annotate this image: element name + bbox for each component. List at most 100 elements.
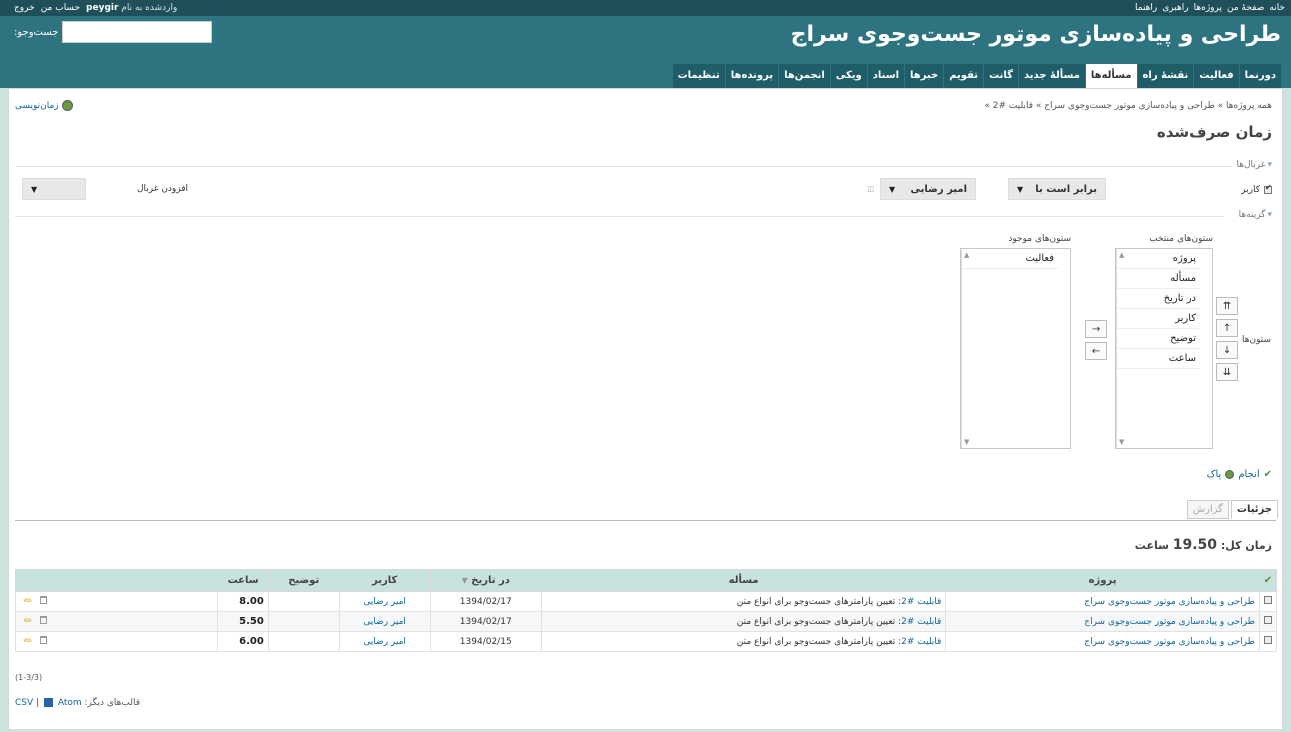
col-comments[interactable]: توضیح bbox=[267, 569, 340, 592]
top-link-projects[interactable]: پروژه‌ها bbox=[1194, 3, 1222, 13]
filter-operator-select[interactable]: برابر است با ▼ bbox=[1008, 178, 1106, 200]
filter-user-checkbox[interactable] bbox=[1264, 183, 1272, 194]
logged-username[interactable]: peygir bbox=[86, 3, 118, 13]
atom-link[interactable]: Atom bbox=[58, 698, 82, 708]
reload-icon bbox=[1225, 470, 1235, 479]
filter-user: کاربر bbox=[1241, 183, 1272, 195]
move-left-button[interactable]: ← bbox=[1085, 342, 1107, 360]
edit-pencil-icon[interactable]: ✏ bbox=[24, 616, 32, 627]
available-columns-list[interactable]: فعالیت ▲ ▼ bbox=[960, 248, 1071, 449]
tab-forums[interactable]: انجمن‌ها bbox=[779, 64, 830, 88]
tab-documents[interactable]: اسناد bbox=[867, 64, 904, 88]
tab-calendar[interactable]: تقویم bbox=[944, 64, 984, 88]
available-column-activity[interactable]: فعالیت bbox=[961, 249, 1058, 269]
tab-details[interactable]: جزئیات bbox=[1230, 500, 1278, 519]
sort-desc-icon: ▼ bbox=[461, 576, 468, 585]
edit-pencil-icon[interactable]: ✏ bbox=[24, 636, 32, 647]
row-project-link[interactable]: طراحی و پیاده‌سازی موتور جست‌وجوی سراج bbox=[1084, 617, 1255, 627]
move-right-button[interactable]: → bbox=[1085, 320, 1107, 338]
col-hours[interactable]: ساعت bbox=[217, 569, 269, 592]
add-filter-select[interactable]: ▼ bbox=[22, 178, 86, 200]
options-legend-label: گزینه‌ها bbox=[1238, 210, 1266, 220]
logged-prefix: واردشده به نام bbox=[121, 3, 178, 13]
row-user-link[interactable]: امیر رضایی bbox=[363, 637, 406, 647]
toggle-all-checkbox[interactable]: ✔ bbox=[1258, 569, 1278, 592]
scroll-down-icon: ▼ bbox=[964, 438, 970, 446]
options-legend[interactable]: ▾گزینه‌ها bbox=[1234, 210, 1272, 220]
row-checkbox[interactable] bbox=[1263, 596, 1272, 604]
top-link-my-page[interactable]: صفحهٔ من bbox=[1227, 3, 1264, 13]
top-link-help[interactable]: راهنما bbox=[1135, 3, 1157, 13]
delete-icon[interactable] bbox=[40, 636, 48, 644]
checkmark-icon: ✔ bbox=[1263, 575, 1273, 586]
row-user-link[interactable]: امیر رضایی bbox=[363, 617, 406, 627]
col-issue[interactable]: مسأله bbox=[540, 569, 947, 592]
apply-link[interactable]: انجام bbox=[1238, 469, 1259, 480]
col-project[interactable]: پروژه bbox=[945, 569, 1260, 592]
checkmark-icon: ✔ bbox=[1263, 469, 1272, 480]
top-link-home[interactable]: خانه bbox=[1269, 3, 1285, 13]
project-title: طراحی و پیاده‌سازی موتور جست‌وجوی سراج bbox=[790, 22, 1281, 47]
table-row: طراحی و پیاده‌سازی موتور جست‌وجوی سراج ق… bbox=[14, 631, 1278, 652]
search-input[interactable] bbox=[62, 21, 213, 43]
multi-select-toggle-icon[interactable]: ◫ bbox=[867, 185, 874, 193]
tab-files[interactable]: پرونده‌ها bbox=[725, 64, 779, 88]
tab-wiki[interactable]: ویکی bbox=[830, 64, 867, 88]
selected-column-issue[interactable]: مسأله bbox=[1116, 269, 1200, 289]
col-buttons bbox=[14, 569, 219, 592]
row-issue-link[interactable]: قابلیت #2 bbox=[901, 637, 941, 647]
my-account-link[interactable]: حساب من bbox=[41, 3, 80, 13]
list-scrollbar[interactable]: ▲ ▼ bbox=[1116, 249, 1128, 448]
list-scrollbar[interactable]: ▲ ▼ bbox=[961, 249, 973, 448]
delete-icon[interactable] bbox=[40, 596, 48, 604]
top-link-administration[interactable]: راهبری bbox=[1162, 3, 1188, 13]
move-down-button[interactable]: ↓ bbox=[1216, 341, 1238, 359]
top-menu: خانه صفحهٔ من پروژه‌ها راهبری راهنما وار… bbox=[0, 0, 1291, 16]
row-project-link[interactable]: طراحی و پیاده‌سازی موتور جست‌وجوی سراج bbox=[1084, 597, 1255, 607]
tab-report[interactable]: گزارش bbox=[1186, 500, 1229, 519]
col-date[interactable]: در تاریخ ▼ bbox=[429, 569, 542, 592]
filters-legend[interactable]: ▾غربال‌ها bbox=[1232, 160, 1272, 170]
row-checkbox[interactable] bbox=[1263, 616, 1272, 624]
tab-activity[interactable]: فعالیت bbox=[1194, 64, 1239, 88]
row-checkbox[interactable] bbox=[1263, 636, 1272, 644]
clear-link[interactable]: پاک bbox=[1207, 469, 1222, 480]
row-date: 1394/02/15 bbox=[429, 631, 542, 652]
table-header-row: ✔ پروژه مسأله در تاریخ ▼ کاربر توضیح ساع… bbox=[14, 569, 1278, 592]
move-up-button[interactable]: ↑ bbox=[1216, 319, 1238, 337]
log-time-link[interactable]: زمان‌نویسی bbox=[15, 101, 59, 111]
tab-gantt[interactable]: گانت bbox=[984, 64, 1018, 88]
filter-value-select[interactable]: امیر رضایی ▼ bbox=[880, 178, 976, 200]
logout-link[interactable]: خروج bbox=[14, 3, 35, 13]
row-user-link[interactable]: امیر رضایی bbox=[363, 597, 406, 607]
tab-issues[interactable]: مسأله‌ها bbox=[1085, 64, 1137, 88]
row-issue-link[interactable]: قابلیت #2 bbox=[901, 597, 941, 607]
selected-column-user[interactable]: کاربر bbox=[1116, 309, 1200, 329]
selected-columns-list[interactable]: پروژه مسأله در تاریخ کاربر توضیح ساعت ▲ … bbox=[1115, 248, 1213, 449]
tab-new-issue[interactable]: مسألهٔ جدید bbox=[1018, 64, 1085, 88]
row-project-link[interactable]: طراحی و پیاده‌سازی موتور جست‌وجوی سراج bbox=[1084, 637, 1255, 647]
row-user-cell: امیر رضایی bbox=[338, 631, 431, 652]
row-project-cell: طراحی و پیاده‌سازی موتور جست‌وجوی سراج bbox=[945, 611, 1260, 632]
selected-column-date[interactable]: در تاریخ bbox=[1116, 289, 1200, 309]
tab-news[interactable]: خبرها bbox=[905, 64, 944, 88]
row-issue-subject: : تعیین پارامترهای جست‌وجو برای انواع مت… bbox=[736, 596, 902, 607]
col-user[interactable]: کاربر bbox=[338, 569, 431, 592]
selected-column-comments[interactable]: توضیح bbox=[1116, 329, 1200, 349]
row-comments bbox=[267, 631, 340, 652]
delete-icon[interactable] bbox=[40, 616, 48, 624]
tab-settings[interactable]: تنظیمات bbox=[672, 64, 725, 88]
csv-link[interactable]: CSV bbox=[15, 698, 33, 708]
logged-as: واردشده به نام peygir bbox=[86, 3, 177, 13]
breadcrumb[interactable]: همه پروژه‌ها » طراحی و پیاده‌سازی موتور … bbox=[984, 101, 1272, 111]
move-top-button[interactable]: ⇈ bbox=[1216, 297, 1238, 315]
selected-column-project[interactable]: پروژه bbox=[1116, 249, 1200, 269]
edit-pencil-icon[interactable]: ✏ bbox=[24, 596, 32, 607]
row-issue-cell: قابلیت #2: تعیین پارامترهای جست‌وجو برای… bbox=[540, 591, 947, 612]
move-bottom-button[interactable]: ⇊ bbox=[1216, 363, 1238, 381]
row-issue-cell: قابلیت #2: تعیین پارامترهای جست‌وجو برای… bbox=[540, 611, 947, 632]
row-issue-link[interactable]: قابلیت #2 bbox=[901, 617, 941, 627]
tab-overview[interactable]: دورنما bbox=[1239, 64, 1281, 88]
selected-column-hours[interactable]: ساعت bbox=[1116, 349, 1200, 369]
tab-roadmap[interactable]: نقشهٔ راه bbox=[1137, 64, 1194, 88]
